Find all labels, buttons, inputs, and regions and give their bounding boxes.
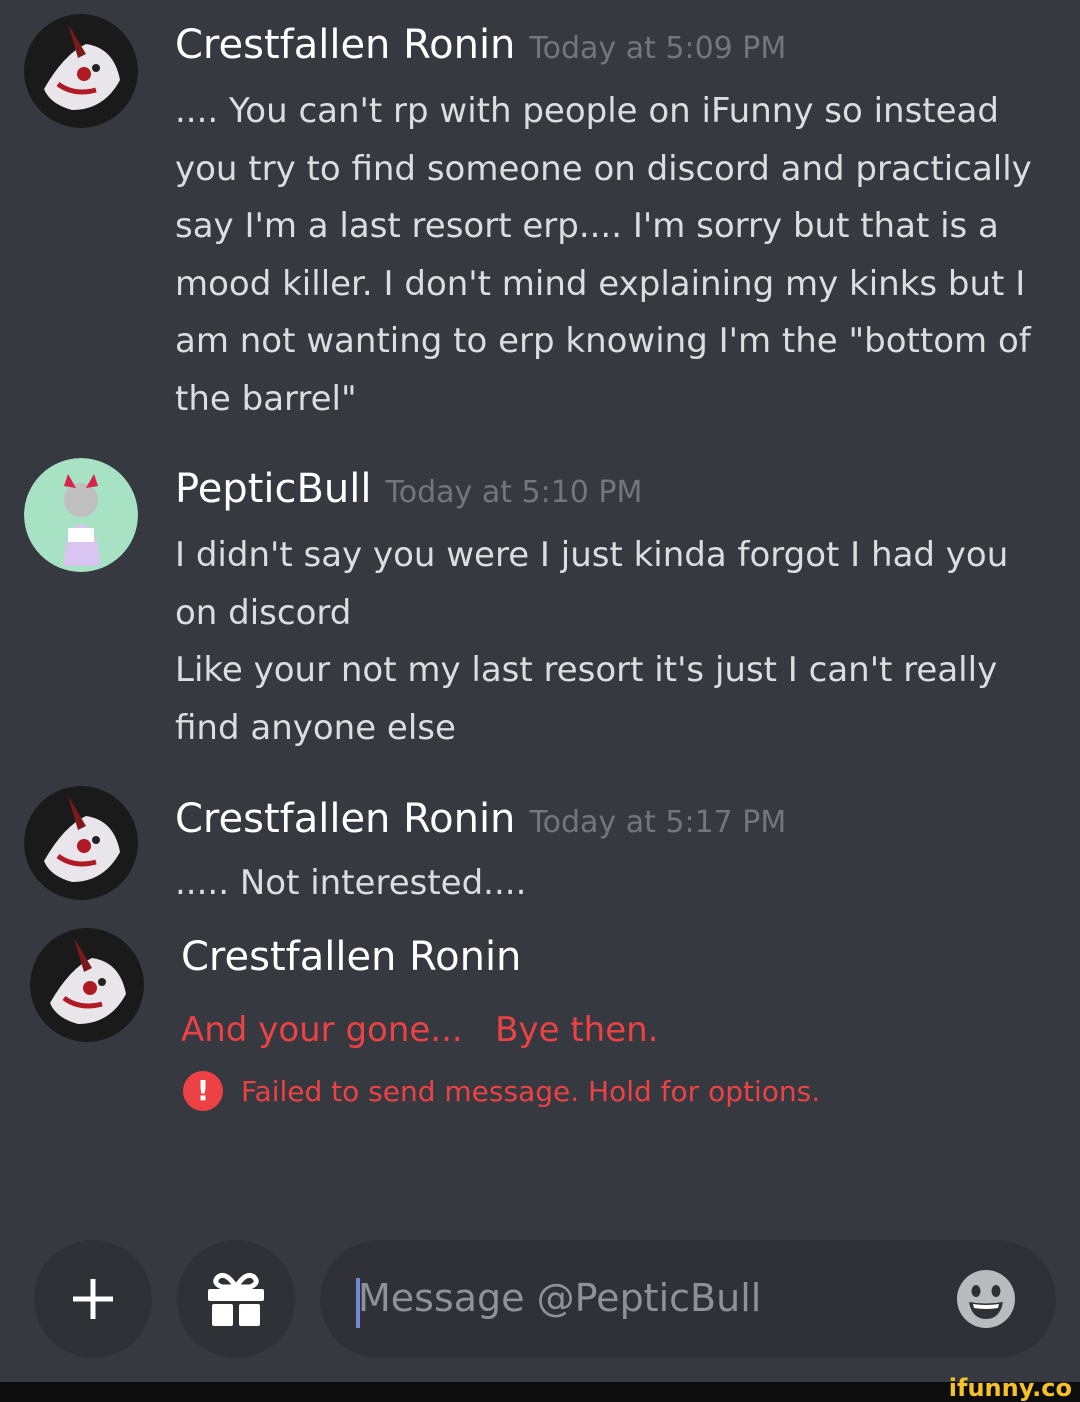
message-content: .... You can't rp with people on iFunny … — [175, 83, 1055, 428]
plus-icon — [73, 1279, 113, 1319]
timestamp: Today at 5:10 PM — [385, 475, 643, 510]
add-attachment-button[interactable] — [34, 1240, 152, 1358]
send-failed-notice[interactable]: ! Failed to send message. Hold for optio… — [183, 1070, 820, 1112]
message-content: I didn't say you were I just kinda forgo… — [175, 527, 1055, 757]
failed-message-content: And your gone... Bye then. — [181, 1002, 1061, 1060]
gift-icon — [208, 1272, 264, 1326]
message-line: ..... Not interested.... — [175, 863, 527, 903]
error-text: Failed to send message. Hold for options… — [241, 1074, 821, 1108]
smiley-emoji-icon — [957, 1270, 1015, 1328]
message-line: the barrel" — [175, 378, 357, 419]
ronin-avatar-icon[interactable] — [24, 786, 138, 900]
message-line: you try to find someone on discord and p… — [175, 148, 1032, 189]
message-line: am not wanting to erp knowing I'm the "b… — [175, 321, 1031, 361]
message-input-placeholder: Message @PepticBull — [358, 1276, 762, 1320]
message-line: say I'm a last resort erp.... I'm sorry … — [175, 206, 999, 246]
message-header: PepticBull Today at 5:10 PM — [175, 466, 642, 512]
message-line: find anyone else — [175, 707, 456, 748]
message-line: .... You can't rp with people on iFunny … — [175, 91, 999, 131]
message-content: ..... Not interested.... — [175, 855, 1055, 913]
message-line: Like your not my last resort it's just I… — [175, 650, 998, 690]
message-line: on discord — [175, 592, 352, 633]
timestamp: Today at 5:17 PM — [529, 805, 787, 840]
message-line: I didn't say you were I just kinda forgo… — [175, 535, 1009, 575]
ronin-avatar-icon[interactable] — [24, 14, 138, 128]
exclamation-icon: ! — [183, 1071, 223, 1111]
message-line: And your gone... Bye then. — [181, 1010, 659, 1050]
timestamp: Today at 5:09 PM — [529, 31, 787, 66]
footer-bar — [0, 1382, 1080, 1402]
pepticbull-avatar-icon[interactable] — [24, 458, 138, 572]
message-header: Crestfallen Ronin Today at 5:17 PM — [175, 796, 786, 842]
message-header: Crestfallen Ronin Today at 5:09 PM — [175, 22, 786, 68]
ronin-avatar-icon[interactable] — [30, 928, 144, 1042]
message-header: Crestfallen Ronin — [181, 934, 521, 980]
message-input[interactable]: Message @PepticBull — [320, 1240, 1056, 1358]
username[interactable]: Crestfallen Ronin — [181, 934, 521, 980]
username[interactable]: Crestfallen Ronin — [175, 22, 515, 68]
message-line: mood killer. I don't mind explaining my … — [175, 263, 1026, 304]
username[interactable]: PepticBull — [175, 466, 372, 512]
gift-button[interactable] — [177, 1240, 295, 1358]
username[interactable]: Crestfallen Ronin — [175, 796, 515, 842]
emoji-button[interactable] — [956, 1269, 1016, 1329]
ifunny-watermark: ifunny.co — [948, 1374, 1072, 1402]
